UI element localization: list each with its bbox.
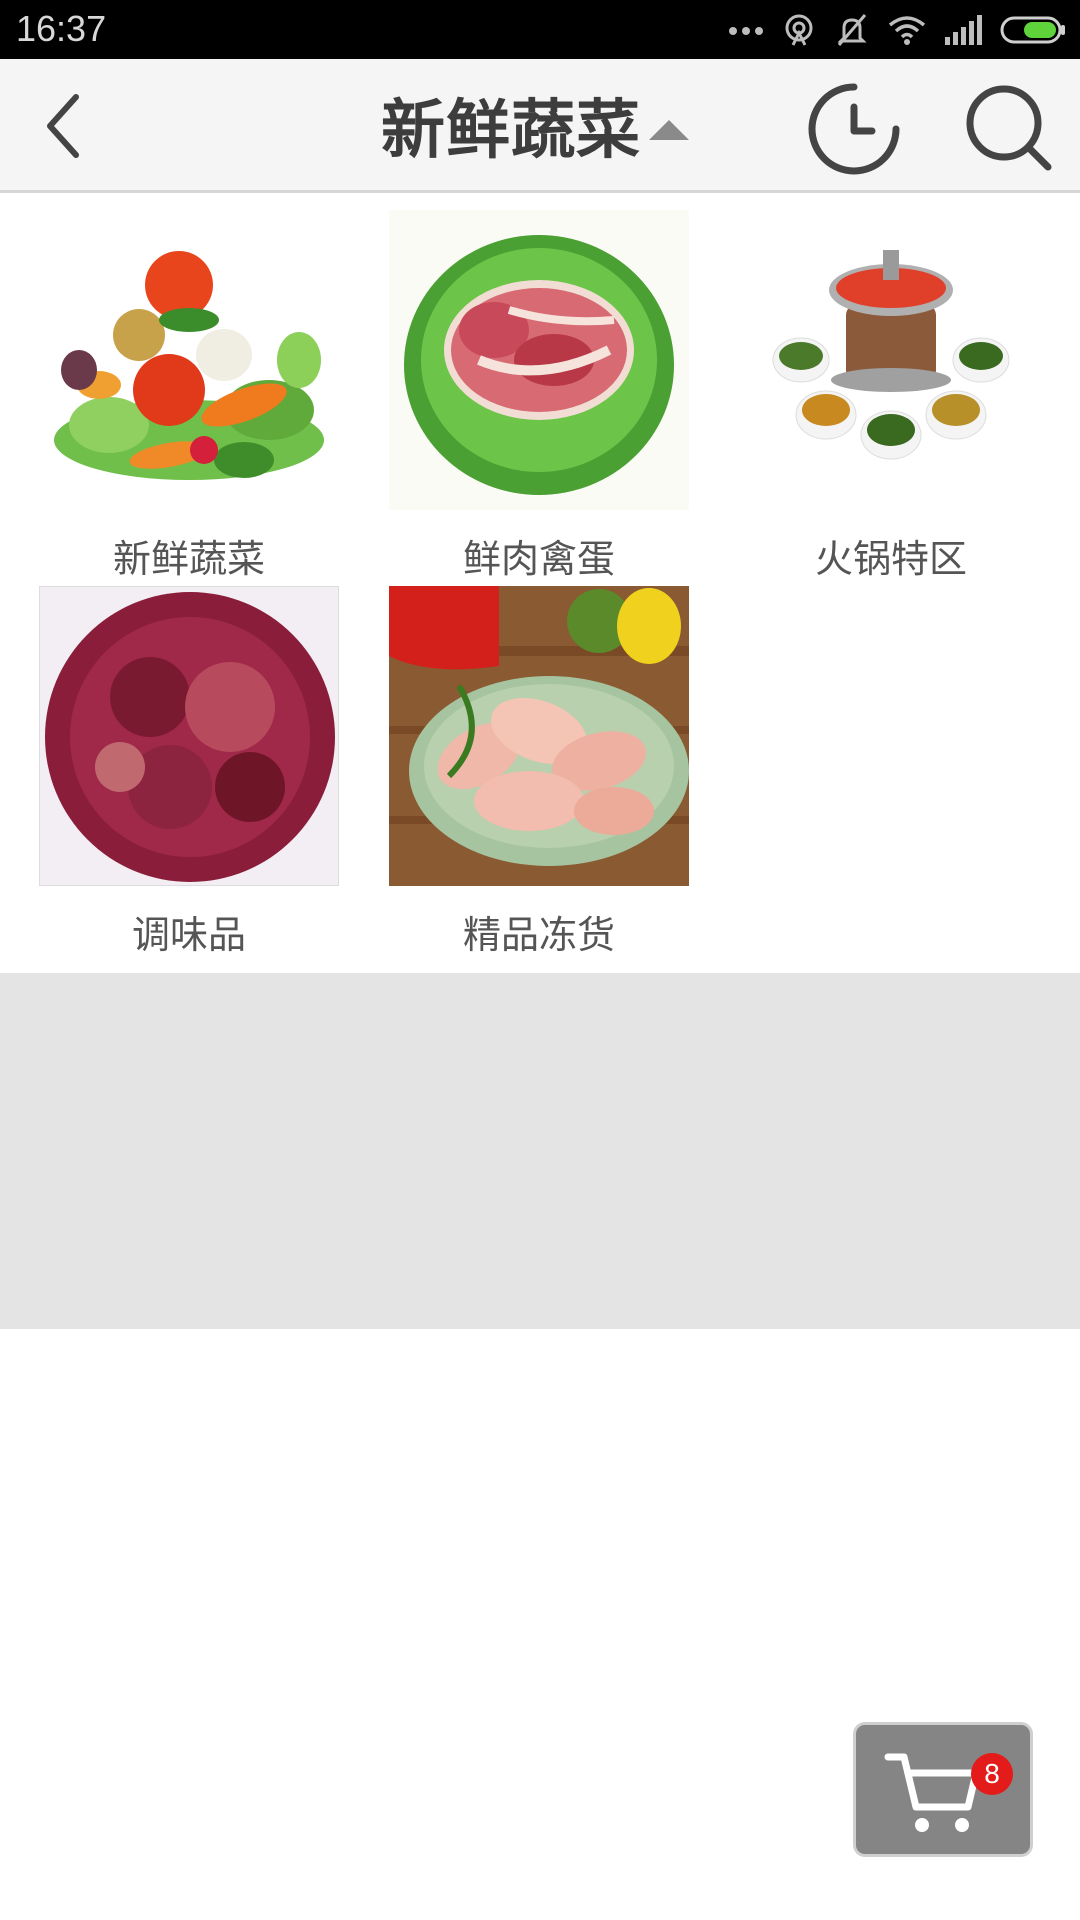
category-item-meat-eggs[interactable]: 鲜肉禽蛋	[389, 210, 689, 583]
cart-icon	[884, 1749, 984, 1843]
category-item-hotpot[interactable]: 火锅特区	[741, 210, 1041, 583]
category-grid: 新鲜蔬菜 鲜肉禽蛋 火锅特区 调味品 精品冻货	[0, 193, 1080, 973]
category-item-seasoning[interactable]: 调味品	[39, 586, 339, 959]
category-label: 鲜肉禽蛋	[462, 537, 615, 581]
page-title: 新鲜蔬菜	[381, 93, 641, 168]
battery-icon	[1000, 15, 1066, 45]
caret-up-icon	[649, 119, 689, 140]
status-icons	[728, 8, 1066, 52]
clock-icon	[808, 83, 900, 179]
signal-icon	[944, 15, 982, 45]
cart-button[interactable]: 8	[853, 1722, 1033, 1857]
wifi-icon	[888, 15, 926, 45]
more-dots-icon	[728, 23, 764, 37]
cart-count-badge: 8	[971, 1753, 1013, 1795]
search-icon	[964, 85, 1056, 179]
empty-gray-area	[0, 973, 1080, 1329]
status-bar: 16:37	[0, 0, 1080, 59]
category-item-vegetables[interactable]: 新鲜蔬菜	[39, 210, 339, 583]
category-label: 调味品	[131, 913, 246, 957]
category-label: 火锅特区	[814, 537, 967, 581]
meat-image	[389, 210, 689, 510]
history-button[interactable]	[808, 83, 900, 175]
chicken-image	[389, 586, 689, 886]
peppercorn-image	[39, 586, 339, 886]
status-time: 16:37	[16, 8, 107, 49]
search-button[interactable]	[964, 83, 1056, 175]
category-label: 精品冻货	[462, 913, 615, 957]
hotpot-image	[741, 210, 1041, 510]
category-label: 新鲜蔬菜	[112, 537, 265, 581]
vegetables-image	[39, 210, 339, 510]
hotspot-icon	[782, 13, 816, 47]
mute-icon	[834, 12, 870, 48]
nav-bar: 新鲜蔬菜	[0, 59, 1080, 193]
title-dropdown[interactable]: 新鲜蔬菜	[0, 59, 1080, 190]
category-item-frozen[interactable]: 精品冻货	[389, 586, 689, 959]
